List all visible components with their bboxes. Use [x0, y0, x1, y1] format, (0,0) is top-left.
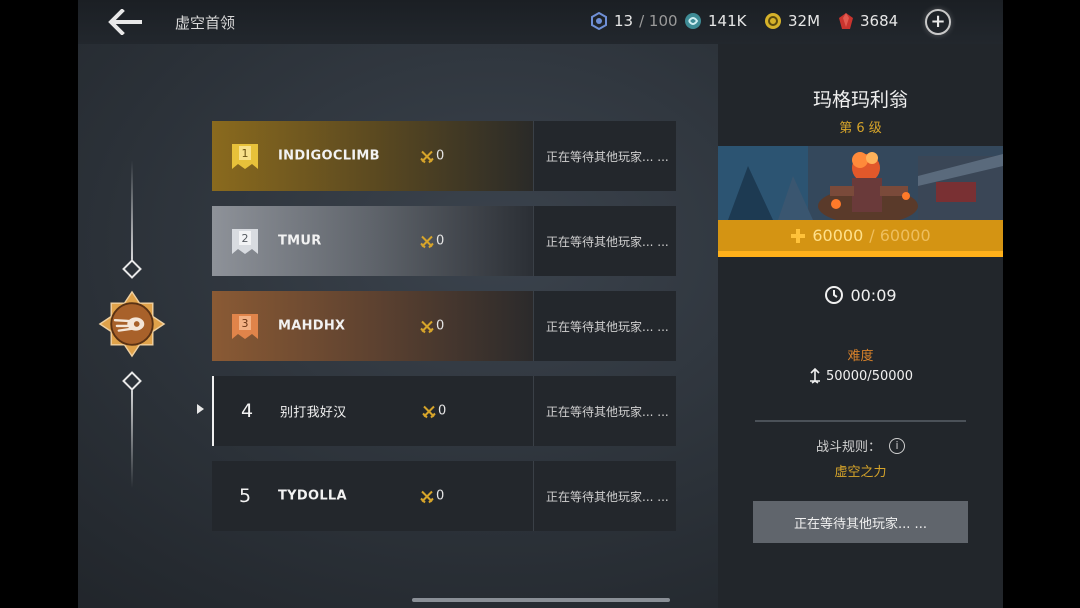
leaderboard-row[interactable]: 1 INDIGOCLIMB 0 正在等待其他玩家... ...	[212, 121, 676, 191]
leaderboard-row-current-player[interactable]: 4 别打我好汉 0 正在等待其他玩家... ...	[212, 376, 676, 446]
timeline-line-top	[131, 160, 133, 260]
gold-rank-banner-icon: 1	[232, 144, 258, 169]
row-status: 正在等待其他玩家... ...	[533, 206, 676, 276]
player-name: INDIGOCLIMB	[278, 148, 380, 164]
difficulty-label: 难度	[847, 349, 874, 364]
coin-icon	[765, 13, 781, 29]
void-token-counter: 13 / 100	[590, 12, 678, 30]
plus-icon: +	[930, 11, 946, 32]
ruby-gem-icon	[839, 13, 853, 29]
timeline-node-icon	[122, 371, 142, 391]
rank-number: 4	[240, 400, 254, 422]
player-name: TMUR	[278, 233, 322, 249]
divider	[755, 420, 966, 422]
info-icon[interactable]: i	[889, 437, 905, 454]
boss-portrait-image	[718, 146, 1003, 220]
crossed-swords-icon	[420, 490, 434, 503]
countdown-timer: 00:09	[718, 285, 1003, 305]
crossed-swords-icon	[420, 235, 434, 248]
sword-power-icon	[809, 368, 820, 384]
coin-counter: 32M	[764, 12, 820, 30]
energy-orb-icon	[685, 13, 701, 29]
ruby-counter: 3684	[838, 12, 898, 30]
difficulty-value: 50000/50000	[718, 368, 1003, 384]
svg-text:2: 2	[242, 232, 249, 245]
top-bar: 虚空首领 13 / 100 141K 32M 3684 +	[78, 0, 1003, 44]
back-arrow-icon	[108, 9, 142, 35]
boss-medal-icon	[98, 290, 166, 358]
score: 0	[420, 489, 444, 504]
score: 0	[422, 404, 446, 419]
add-currency-button[interactable]: +	[925, 9, 951, 35]
leaderboard-row[interactable]: 3 MAHDHX 0 正在等待其他玩家... ...	[212, 291, 676, 361]
svg-text:3: 3	[242, 317, 249, 330]
battle-rules-label: 战斗规则： i	[718, 436, 1003, 455]
row-status: 正在等待其他玩家... ...	[533, 376, 676, 446]
player-name: TYDOLLA	[278, 488, 347, 504]
svg-text:1: 1	[242, 147, 249, 160]
letterbox-right	[1003, 0, 1080, 608]
timeline-line-bottom	[131, 388, 133, 488]
boss-hp-current: 60000	[812, 226, 864, 245]
player-name: 别打我好汉	[280, 405, 347, 421]
score: 0	[420, 319, 444, 334]
boss-info-panel: 玛格玛利翁 第 6 级 60000 / 60000 00:09 难度 50000…	[718, 44, 1003, 608]
waiting-for-players-button[interactable]: 正在等待其他玩家... ...	[753, 501, 968, 543]
boss-level: 第 6 级	[839, 121, 882, 136]
clock-icon	[825, 286, 844, 304]
row-status: 正在等待其他玩家... ...	[533, 461, 676, 531]
row-status: 正在等待其他玩家... ...	[533, 291, 676, 361]
health-cross-icon	[791, 228, 806, 243]
score: 0	[420, 149, 444, 164]
silver-rank-banner-icon: 2	[232, 229, 258, 254]
leaderboard-row[interactable]: 5 TYDOLLA 0 正在等待其他玩家... ...	[212, 461, 676, 531]
timeline-node-icon	[122, 259, 142, 279]
crossed-swords-icon	[422, 405, 436, 418]
void-token-icon	[591, 12, 607, 30]
bronze-rank-banner-icon: 3	[232, 314, 258, 339]
boss-hp-bar: 60000 / 60000	[718, 220, 1003, 257]
energy-counter: 141K	[684, 12, 746, 30]
back-button[interactable]	[106, 6, 146, 38]
crossed-swords-icon	[420, 320, 434, 333]
game-screen: 虚空首领 13 / 100 141K 32M 3684 + 1 INDIGOCL…	[78, 0, 1003, 608]
selected-row-arrow-icon	[197, 404, 204, 414]
row-status: 正在等待其他玩家... ...	[533, 121, 676, 191]
scroll-indicator	[412, 598, 670, 602]
boss-name: 玛格玛利翁	[812, 89, 908, 111]
page-title: 虚空首领	[175, 14, 236, 32]
score: 0	[420, 234, 444, 249]
letterbox-left	[0, 0, 78, 608]
rank-number: 5	[238, 485, 252, 507]
leaderboard-row[interactable]: 2 TMUR 0 正在等待其他玩家... ...	[212, 206, 676, 276]
player-name: MAHDHX	[278, 318, 346, 334]
boss-hp-max: / 60000	[869, 226, 931, 245]
crossed-swords-icon	[420, 150, 434, 163]
battle-rules-value: 虚空之力	[834, 465, 887, 480]
